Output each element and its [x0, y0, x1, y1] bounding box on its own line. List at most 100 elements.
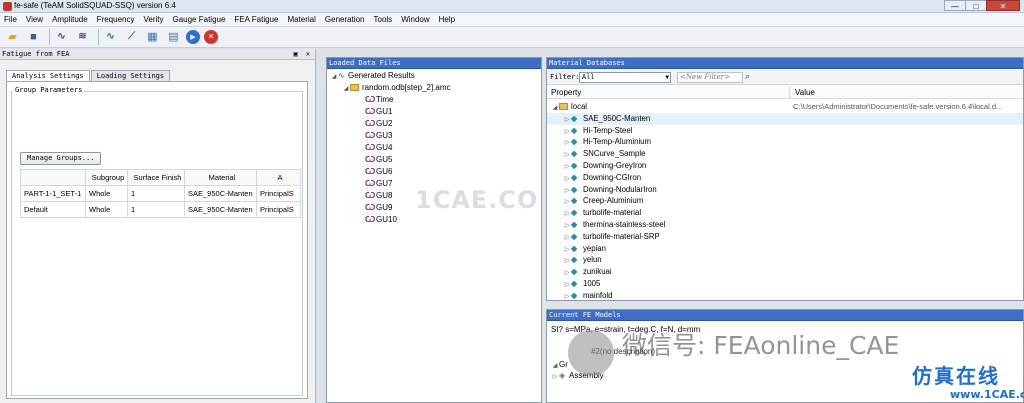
table-row[interactable]: PART-1-1_SET-1 Whole 1 SAE_950C-Manten P… [20, 185, 301, 202]
material-name: mainfold [583, 290, 613, 300]
stop-icon[interactable]: ✕ [204, 30, 218, 44]
fe-group-row[interactable]: ◢ Gr [551, 360, 568, 369]
list-item[interactable]: ▷ ◆ thermina-stainless-steel [547, 219, 1023, 231]
material-icon: ◆ [571, 113, 578, 123]
list-item[interactable]: ▷ ◆ Creep-Aluminium [547, 195, 1023, 207]
material-icon: ◆ [571, 149, 578, 159]
chevron-down-icon[interactable]: ▼ [665, 73, 669, 82]
run-analysis-icon[interactable]: ▶ [186, 30, 200, 44]
list-item[interactable]: ▷ ◆ Downing-NodularIron [547, 184, 1023, 196]
gauge-chart-icon[interactable]: ∿ [102, 29, 119, 46]
menu-help[interactable]: Help [439, 15, 455, 24]
list-item[interactable]: ѠGU3 [327, 130, 541, 142]
list-item[interactable]: ▷ ◆ yepian [547, 243, 1023, 255]
curve-chart-icon[interactable]: ⟋ [123, 29, 140, 46]
expand-triangle-icon[interactable]: ▷ [551, 373, 559, 380]
open-folder-icon[interactable]: ▰ [4, 29, 21, 46]
menu-verity[interactable]: Verity [143, 15, 163, 24]
menu-gauge-fatigue[interactable]: Gauge Fatigue [172, 15, 225, 24]
menu-generation[interactable]: Generation [325, 15, 365, 24]
list-item[interactable]: ▷ ◆ SAE_950C-Manten [547, 112, 1023, 125]
material-icon: ◆ [571, 290, 578, 300]
list-item-label: GU9 [376, 203, 393, 212]
column-divider[interactable] [789, 87, 790, 99]
list-item[interactable]: ▷ ◆ Downing-CGIron [547, 172, 1023, 184]
list-item[interactable]: ▷ ◆ yelun [547, 254, 1023, 266]
list-item[interactable]: ѠGU4 [327, 142, 541, 154]
menu-amplitude[interactable]: Amplitude [52, 15, 88, 24]
menu-material[interactable]: Material [287, 15, 315, 24]
list-item[interactable]: ▷ ◆ Hi-Temp-Steel [547, 125, 1023, 137]
new-filter-input[interactable]: <New Filter> [677, 72, 743, 83]
list-item-label: GU3 [376, 131, 393, 140]
list-item[interactable]: ѠGU1 [327, 106, 541, 118]
tree-file[interactable]: ◢ random.odb[step_2].amc [327, 82, 541, 94]
table-cell[interactable]: SAE_950C-Manten [184, 201, 257, 218]
menu-file[interactable]: File [4, 15, 17, 24]
database-row[interactable]: ◢ local C:\Users\Administrator\Documents\… [547, 101, 1023, 113]
list-item[interactable]: ѠGU6 [327, 166, 541, 178]
folder-icon [559, 103, 568, 110]
panel-controls[interactable]: ▣ ✕ [293, 49, 312, 60]
maximize-button[interactable]: □ [965, 0, 987, 11]
tab-loading-settings[interactable]: Loading Settings [90, 70, 171, 81]
stack-chart-icon[interactable]: ≋ [74, 29, 91, 46]
material-icon: ◆ [571, 172, 578, 182]
table-cell[interactable]: Default [20, 201, 86, 218]
table-row[interactable]: Default Whole 1 SAE_950C-Manten Principa… [20, 201, 301, 218]
table-cell[interactable]: Whole [85, 201, 128, 218]
watermark-wechat: 微信号: FEAonline_CAE [622, 331, 900, 360]
list-item[interactable]: ▷ ◆ Hi-Temp-Aluminium [547, 136, 1023, 148]
list-item-label: GU2 [376, 119, 393, 128]
list-item[interactable]: ▷ ◆ Downing-GreyIron [547, 160, 1023, 172]
filter-select[interactable]: All ▼ [579, 72, 671, 83]
table-cell[interactable]: PrincipalS [256, 185, 301, 202]
loaded-data-header: Loaded Data Files [327, 58, 541, 69]
table-header: Subgroup [85, 169, 128, 186]
list-item[interactable]: ѠGU10 [327, 214, 541, 226]
search-icon[interactable]: ⌕ [745, 71, 750, 82]
close-window-button[interactable]: ✕ [986, 0, 1020, 11]
table-header [20, 169, 86, 186]
menu-view[interactable]: View [26, 15, 43, 24]
wechat-logo-icon [568, 330, 614, 376]
material-tree: ◢ local C:\Users\Administrator\Documents\… [547, 101, 1023, 302]
list-item[interactable]: ▷ ◆ turbolife-material-SRP [547, 231, 1023, 243]
menu-fea-fatigue[interactable]: FEA Fatigue [234, 15, 278, 24]
material-icon: ◆ [571, 125, 578, 135]
table-cell[interactable]: 1 [127, 201, 185, 218]
manage-groups-button[interactable]: Manage Groups... [20, 152, 102, 165]
table-cell[interactable]: PART-1-1_SET-1 [20, 185, 86, 202]
amplitude-chart-icon[interactable]: ∿ [53, 29, 70, 46]
list-item[interactable]: ▷ ◆ 1005 [547, 278, 1023, 290]
save-disk-icon[interactable]: ■ [25, 29, 42, 46]
list-item[interactable]: ▷ ◆ turbolife-material [547, 207, 1023, 219]
list-item[interactable]: ѠGU5 [327, 154, 541, 166]
menu-window[interactable]: Window [401, 15, 429, 24]
table-cell[interactable]: Whole [85, 185, 128, 202]
material-icon: ◆ [571, 196, 578, 206]
minimize-button[interactable]: — [944, 0, 966, 11]
panel-splitter[interactable] [316, 49, 326, 403]
list-item[interactable]: ▷ ◆ mainfold [547, 290, 1023, 302]
table-cell[interactable]: 1 [127, 185, 185, 202]
property-column-header[interactable]: Property [551, 87, 581, 99]
value-column-header[interactable]: Value [795, 87, 815, 99]
list-item[interactable]: ѠTime [327, 94, 541, 106]
material-icon: ◆ [571, 278, 578, 288]
collapse-triangle-icon[interactable]: ◢ [551, 362, 559, 369]
material-icon: ◆ [571, 208, 578, 218]
list-item[interactable]: ѠGU2 [327, 118, 541, 130]
list-item[interactable]: ▷ ◆ zunikuai [547, 266, 1023, 278]
table-cell[interactable]: SAE_950C-Manten [184, 185, 257, 202]
menu-frequency[interactable]: Frequency [97, 15, 135, 24]
table-cell[interactable]: PrincipalS [256, 201, 301, 218]
list-item[interactable]: ▷ ◆ SNCurve_Sample [547, 148, 1023, 160]
tree-root[interactable]: ◢ ∿ Generated Results [327, 70, 541, 82]
expand-triangle-icon[interactable]: ▷ [563, 292, 571, 304]
folder-icon [350, 84, 359, 91]
report-icon[interactable]: ▤ [165, 29, 182, 46]
table-grid-icon[interactable]: ▦ [144, 29, 161, 46]
menu-tools[interactable]: Tools [374, 15, 393, 24]
watermark-site-url: www.1CAE.com [950, 388, 1024, 401]
